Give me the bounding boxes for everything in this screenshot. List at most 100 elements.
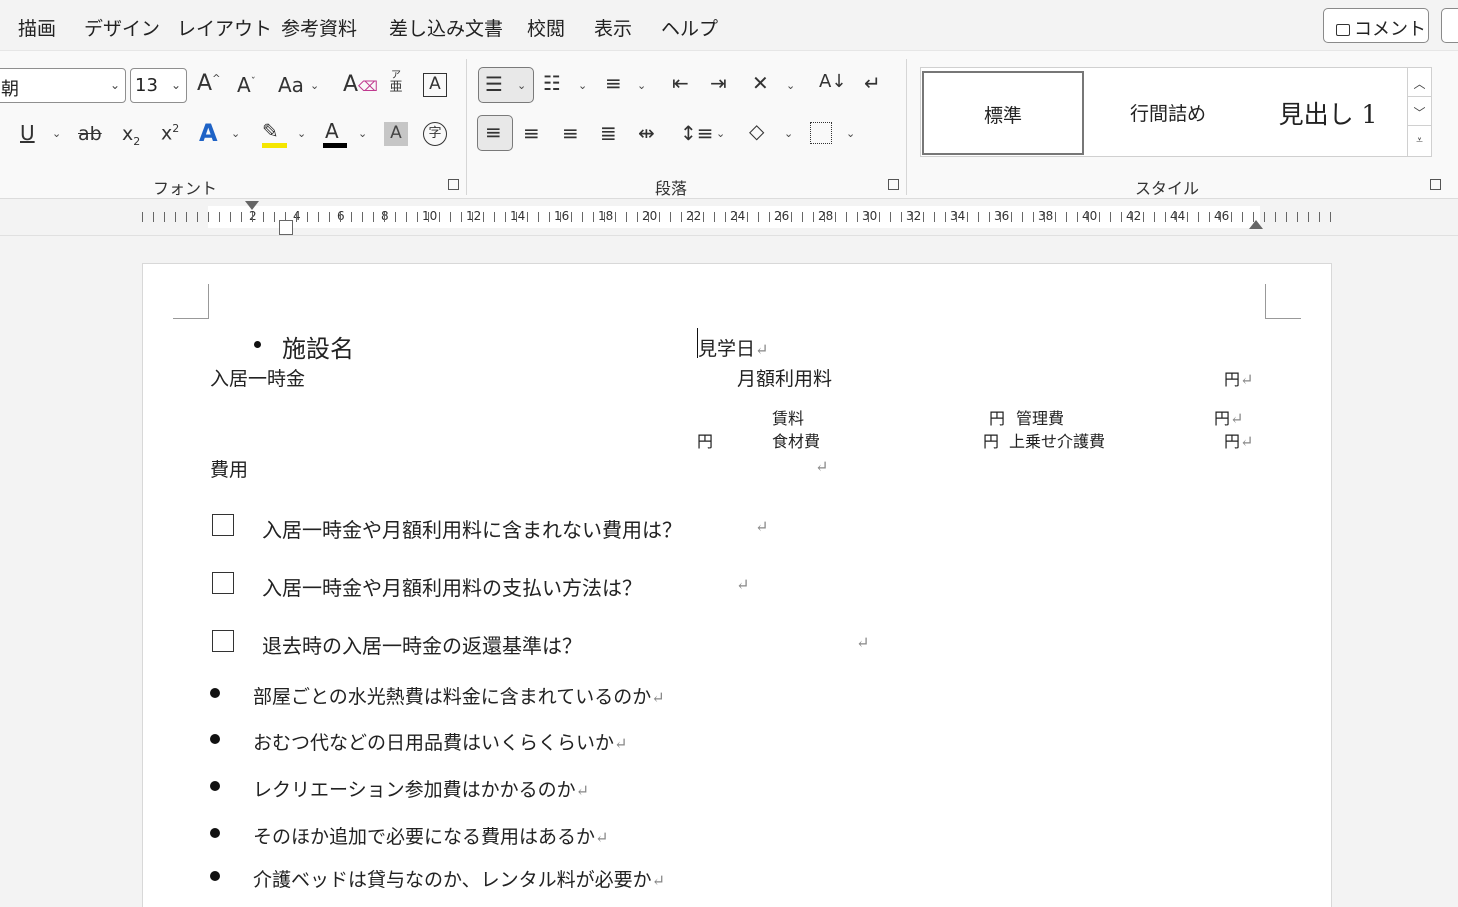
ruler-tick xyxy=(417,212,418,222)
ruler-tick xyxy=(791,212,792,222)
justify-icon[interactable]: ≣ xyxy=(600,123,617,143)
ruler-tick xyxy=(890,212,891,222)
checkbox[interactable] xyxy=(212,630,234,652)
sort-icon[interactable]: A↓ xyxy=(819,73,846,91)
borders-icon[interactable] xyxy=(810,122,832,144)
ruler-tick xyxy=(912,212,913,222)
ruler-tick xyxy=(769,212,770,222)
align-center-icon[interactable]: ≡ xyxy=(523,123,540,143)
horizontal-ruler[interactable]: 2468101214161820222426283032343638404244… xyxy=(0,200,1458,236)
tab-view[interactable]: 表示 xyxy=(594,14,632,41)
font-size-dropdown[interactable]: 13 ⌄ xyxy=(130,68,187,103)
font-dialog-launcher-icon[interactable] xyxy=(448,179,459,190)
ruler-tick xyxy=(1209,212,1210,222)
distributed-icon[interactable]: ⇹ xyxy=(638,123,655,143)
margin-corner-mark xyxy=(1265,284,1301,319)
style-heading-1[interactable]: 見出し 1 xyxy=(1253,71,1403,155)
align-right-icon[interactable]: ≡ xyxy=(562,123,579,143)
chevron-down-icon[interactable]: ⌄ xyxy=(578,79,587,92)
grow-font-icon[interactable]: A^ xyxy=(197,73,220,95)
checkbox[interactable] xyxy=(212,572,234,594)
ruler-tick xyxy=(989,212,990,222)
strikethrough-icon[interactable]: ab xyxy=(78,125,102,144)
text-effects-icon[interactable]: A xyxy=(199,121,218,145)
ruler-tick xyxy=(164,212,165,222)
highlight-icon[interactable]: ✎ xyxy=(262,121,279,141)
chevron-down-icon[interactable]: ⌄ xyxy=(786,79,795,92)
ruler-tick xyxy=(593,212,594,222)
chevron-down-icon[interactable]: ﹀ xyxy=(1408,97,1431,126)
chevron-down-icon[interactable]: ⌄ xyxy=(784,127,793,140)
ruler-tick xyxy=(1308,212,1309,222)
enclose-characters-icon[interactable]: 字 xyxy=(423,122,447,146)
tab-layout[interactable]: レイアウト xyxy=(177,14,272,41)
checklist-item: 退去時の入居一時金の返還基準は？ xyxy=(262,634,582,658)
checkbox[interactable] xyxy=(212,514,234,536)
right-indent-marker[interactable] xyxy=(1249,220,1263,229)
chevron-down-icon[interactable]: ⌄ xyxy=(310,79,319,92)
tab-review[interactable]: 校閲 xyxy=(527,14,565,41)
ruler-tick xyxy=(505,212,506,222)
style-no-spacing[interactable]: 行間詰め xyxy=(1087,71,1249,155)
paragraph-mark: ↵ xyxy=(736,575,750,594)
font-name-value: 朝 xyxy=(1,79,19,100)
tab-help[interactable]: ヘルプ xyxy=(661,14,718,41)
chevron-up-icon[interactable]: ︿ xyxy=(1408,68,1431,97)
left-indent-marker[interactable] xyxy=(279,220,293,235)
editing-mode-button[interactable] xyxy=(1441,8,1458,43)
align-left-button[interactable]: ≡ xyxy=(477,115,513,151)
asian-layout-icon[interactable]: ✕ xyxy=(752,73,769,93)
chevron-down-icon[interactable]: ⌄ xyxy=(637,79,646,92)
ruler-tick xyxy=(252,212,253,222)
tab-design[interactable]: デザイン xyxy=(84,14,160,41)
ruler-tick xyxy=(846,212,847,222)
style-normal[interactable]: 標準 xyxy=(922,71,1084,155)
character-border-icon[interactable]: A xyxy=(423,73,447,97)
subscript-icon[interactable]: x2 xyxy=(122,125,140,147)
ruler-number: 24 xyxy=(730,209,746,223)
tab-mailings[interactable]: 差し込み文書 xyxy=(389,14,503,41)
tab-draw[interactable]: 描画 xyxy=(18,14,56,41)
show-paragraph-marks-icon[interactable]: ↵ xyxy=(864,73,881,93)
bullets-button[interactable]: ☰ ⌄ xyxy=(478,67,534,103)
line-spacing-icon[interactable]: ↕≡ xyxy=(680,123,714,143)
chevron-down-icon[interactable]: ⌄ xyxy=(52,127,61,140)
ruler-tick xyxy=(263,212,264,222)
tab-references[interactable]: 参考資料 xyxy=(281,14,357,41)
chevron-down-icon[interactable]: ⌄ xyxy=(716,127,725,140)
multilevel-list-icon[interactable]: ≡ xyxy=(605,73,622,93)
character-shading-icon[interactable]: A xyxy=(384,122,408,146)
shrink-font-icon[interactable]: Aˇ xyxy=(237,75,256,95)
chevron-down-icon[interactable]: ⌄ xyxy=(358,127,367,140)
comment-button[interactable]: コメント xyxy=(1323,8,1429,43)
paragraph-dialog-launcher-icon[interactable] xyxy=(888,179,899,190)
ruler-number: 22 xyxy=(686,209,702,223)
ruler-tick xyxy=(1132,212,1133,222)
chevron-down-icon[interactable]: ⌄ xyxy=(231,127,240,140)
chevron-down-icon[interactable]: ⌄ xyxy=(846,127,855,140)
superscript-icon[interactable]: x2 xyxy=(161,123,179,143)
change-case-icon[interactable]: Aa xyxy=(278,75,304,95)
ruler-tick xyxy=(1121,212,1122,222)
underline-icon[interactable]: U xyxy=(20,123,35,143)
styles-dialog-launcher-icon[interactable] xyxy=(1430,179,1441,190)
font-color-icon[interactable]: A xyxy=(325,121,339,141)
styles-scroll: ︿ ﹀ ⩡ xyxy=(1407,68,1431,156)
increase-indent-icon[interactable]: ⇥ xyxy=(710,73,727,93)
decrease-indent-icon[interactable]: ⇤ xyxy=(672,73,689,93)
ruler-tick xyxy=(296,212,297,222)
ribbon: 朝 ⌄ 13 ⌄ A^ Aˇ Aa ⌄ A⌫ ア 亜 A U ⌄ ab x2 x2 … xyxy=(0,50,1458,199)
first-line-indent-marker[interactable] xyxy=(245,201,259,210)
ruler-number: 18 xyxy=(598,209,614,223)
clear-formatting-icon[interactable]: A⌫ xyxy=(343,74,378,96)
font-name-dropdown[interactable]: 朝 ⌄ xyxy=(0,68,126,103)
numbering-icon[interactable]: ☷ xyxy=(543,73,561,93)
list-bullet xyxy=(210,828,220,838)
shading-icon[interactable]: ◇ xyxy=(749,121,764,141)
chevron-down-icon[interactable]: ⌄ xyxy=(297,127,306,140)
more-styles-icon[interactable]: ⩡ xyxy=(1408,126,1431,155)
list-bullet xyxy=(210,871,220,881)
ruler-tick xyxy=(1077,212,1078,222)
furigana-icon[interactable]: ア 亜 xyxy=(388,71,404,95)
ruler-tick xyxy=(450,212,451,222)
